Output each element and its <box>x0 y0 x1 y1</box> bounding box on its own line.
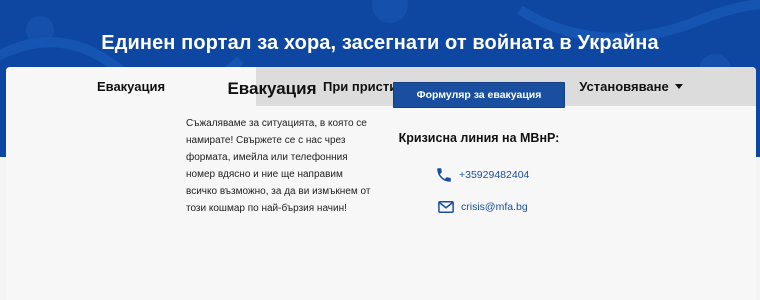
section-description: Съжаляваме за ситуацията, в която се нам… <box>186 118 371 214</box>
phone-icon <box>435 166 453 184</box>
section-title: Евакуация <box>227 79 317 98</box>
email-contact[interactable]: crisis@mfa.bg <box>437 198 528 216</box>
tab-bar: Евакуация При пристигане Установяване <box>6 67 756 106</box>
phone-contact[interactable]: +35929482404 <box>435 166 529 184</box>
tab-evacuation-label: Евакуация <box>96 79 166 94</box>
tab-settlement-label: Установяване <box>579 79 669 94</box>
evacuation-form-button[interactable]: Формуляр за евакуация <box>393 82 565 108</box>
evacuation-form-button-label: Формуляр за евакуация <box>416 89 542 101</box>
crisis-line-title: Кризисна линия на МВнР: <box>398 131 560 145</box>
caret-down-icon <box>674 84 683 89</box>
envelope-icon <box>437 198 455 216</box>
email-link[interactable]: crisis@mfa.bg <box>461 201 528 213</box>
content-card: Евакуация При пристигане Установяване <box>6 67 756 300</box>
phone-number-link[interactable]: +35929482404 <box>459 169 529 181</box>
page-title: Единен портал за хора, засегнати от войн… <box>101 32 659 54</box>
